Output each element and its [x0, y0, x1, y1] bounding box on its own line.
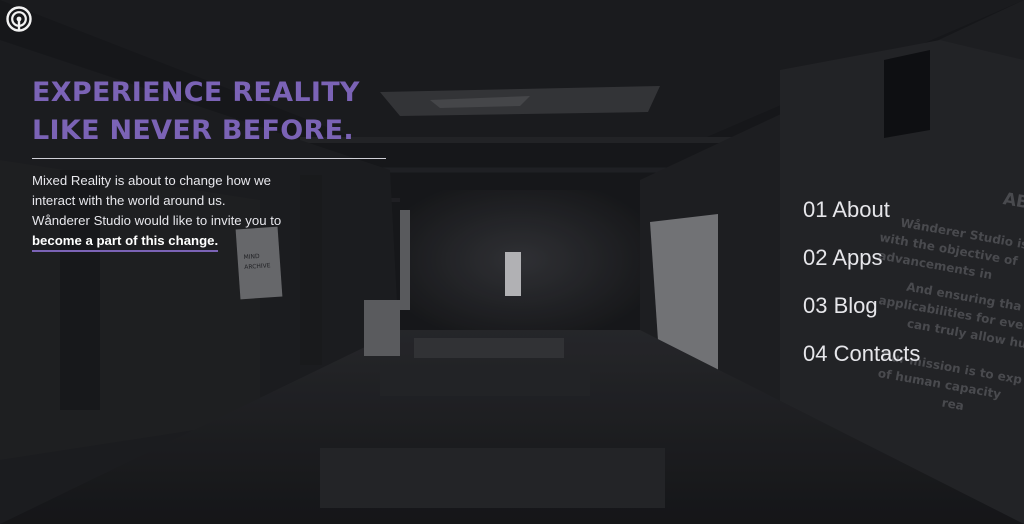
- hero-headline: EXPERIENCE REALITY LIKE NEVER BEFORE.: [32, 74, 392, 150]
- nav-item-about[interactable]: 01 About: [803, 196, 920, 244]
- concentric-circles-logo-icon: [6, 6, 32, 32]
- nav-item-blog[interactable]: 03 Blog: [803, 292, 920, 340]
- hero-intro-text: Mixed Reality is about to change how we …: [32, 171, 392, 252]
- intro-line: Wånderer Studio would like to invite you…: [32, 213, 282, 228]
- home-logo-link[interactable]: [6, 6, 32, 32]
- hero-section: EXPERIENCE REALITY LIKE NEVER BEFORE. Mi…: [32, 74, 392, 252]
- headline-divider: [32, 158, 386, 159]
- intro-line: Mixed Reality is about to change how we: [32, 173, 271, 188]
- hero-headline-line1: EXPERIENCE REALITY: [32, 77, 360, 108]
- hero-headline-line2: LIKE NEVER BEFORE.: [32, 115, 354, 146]
- join-change-link[interactable]: become a part of this change.: [32, 233, 219, 252]
- nav-item-apps[interactable]: 02 Apps: [803, 244, 920, 292]
- intro-line: interact with the world around us.: [32, 193, 226, 208]
- nav-item-contacts[interactable]: 04 Contacts: [803, 340, 920, 388]
- main-nav: 01 About 02 Apps 03 Blog 04 Contacts: [803, 196, 920, 388]
